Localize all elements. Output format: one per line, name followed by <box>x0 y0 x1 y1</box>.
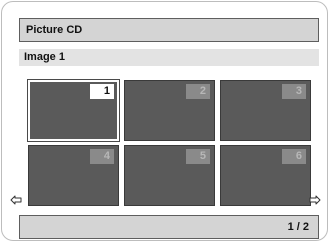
title-bar: Picture CD <box>19 18 319 42</box>
thumbnail-number: 6 <box>282 149 306 164</box>
thumbnail-3[interactable]: 3 <box>220 80 311 141</box>
page-indicator: 1 / 2 <box>287 221 309 233</box>
thumbnail-number: 1 <box>90 84 114 99</box>
picture-cd-screen: Picture CD Image 1 1 2 3 4 5 6 1 / 2 <box>1 1 328 241</box>
thumbnail-number: 4 <box>90 149 114 164</box>
image-label: Image 1 <box>24 51 65 63</box>
thumbnail-5[interactable]: 5 <box>124 145 215 206</box>
footer-bar: 1 / 2 <box>19 215 319 239</box>
image-label-bar: Image 1 <box>19 49 319 66</box>
right-arrow-icon[interactable] <box>309 195 321 205</box>
page-title: Picture CD <box>26 24 83 36</box>
thumbnail-1[interactable]: 1 <box>28 80 119 141</box>
thumbnail-2[interactable]: 2 <box>124 80 215 141</box>
thumbnail-number: 2 <box>186 84 210 99</box>
thumbnail-number: 3 <box>282 84 306 99</box>
thumbnail-6[interactable]: 6 <box>220 145 311 206</box>
thumbnail-4[interactable]: 4 <box>28 145 119 206</box>
thumbnail-number: 5 <box>186 149 210 164</box>
left-arrow-icon[interactable] <box>10 195 22 205</box>
